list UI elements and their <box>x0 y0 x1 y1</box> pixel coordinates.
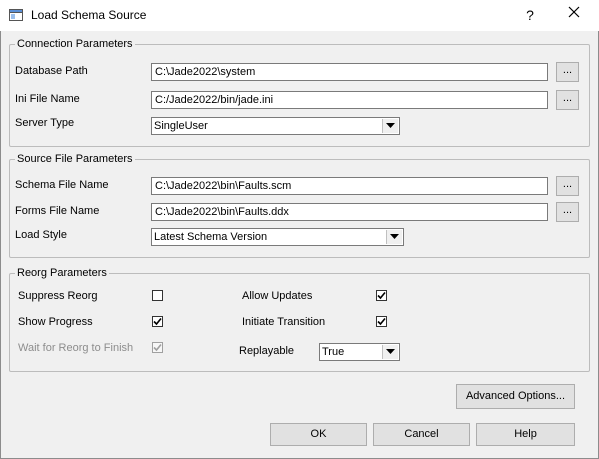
close-icon <box>568 6 580 18</box>
ini-file-browse-button[interactable]: ... <box>556 90 579 110</box>
suppress-reorg-checkbox[interactable] <box>152 290 163 301</box>
chevron-down-icon <box>386 123 395 128</box>
suppress-reorg-label: Suppress Reorg <box>18 290 98 302</box>
wait-for-reorg-label: Wait for Reorg to Finish <box>18 342 134 354</box>
cancel-button[interactable]: Cancel <box>373 423 470 446</box>
ini-file-label: Ini File Name <box>15 93 80 105</box>
close-button[interactable] <box>560 3 588 27</box>
chevron-down-icon <box>386 349 395 354</box>
server-type-label: Server Type <box>15 117 75 129</box>
ok-button[interactable]: OK <box>270 423 367 446</box>
advanced-options-button[interactable]: Advanced Options... <box>456 384 575 409</box>
allow-updates-label: Allow Updates <box>242 290 313 302</box>
load-style-value: Latest Schema Version <box>154 231 268 243</box>
help-title-button[interactable]: ? <box>518 3 542 27</box>
load-style-dropdown-arrow[interactable] <box>386 230 402 244</box>
chevron-down-icon <box>390 234 399 239</box>
connection-parameters-legend: Connection Parameters <box>17 38 133 50</box>
forms-file-label: Forms File Name <box>15 205 100 217</box>
checkmark-icon <box>377 291 386 300</box>
title-bar: Load Schema Source ? <box>0 0 599 31</box>
schema-file-browse-button[interactable]: ... <box>556 176 579 196</box>
reorg-parameters-legend: Reorg Parameters <box>17 267 107 279</box>
wait-for-reorg-checkbox[interactable] <box>152 342 163 353</box>
show-progress-checkbox[interactable] <box>152 316 163 327</box>
checkmark-icon <box>377 317 386 326</box>
replayable-select[interactable]: True <box>319 343 400 361</box>
load-style-select[interactable]: Latest Schema Version <box>151 228 404 246</box>
forms-file-field[interactable]: C:\Jade2022\bin\Faults.ddx <box>151 203 548 221</box>
schema-file-field[interactable]: C:\Jade2022\bin\Faults.scm <box>151 177 548 195</box>
replayable-value: True <box>322 346 345 358</box>
forms-file-browse-button[interactable]: ... <box>556 202 579 222</box>
window-title: Load Schema Source <box>31 8 147 22</box>
allow-updates-checkbox[interactable] <box>376 290 387 301</box>
initiate-transition-checkbox[interactable] <box>376 316 387 327</box>
database-path-label: Database Path <box>15 65 88 77</box>
database-path-browse-button[interactable]: ... <box>556 62 579 82</box>
database-path-field[interactable]: C:\Jade2022\system <box>151 63 548 81</box>
replayable-dropdown-arrow[interactable] <box>382 345 398 359</box>
schema-file-label: Schema File Name <box>15 179 109 191</box>
show-progress-label: Show Progress <box>18 316 93 328</box>
checkmark-icon <box>153 317 162 326</box>
checkmark-icon <box>153 343 162 352</box>
load-style-label: Load Style <box>15 229 67 241</box>
source-file-parameters-legend: Source File Parameters <box>17 153 133 165</box>
server-type-value: SingleUser <box>154 120 208 132</box>
server-type-dropdown-arrow[interactable] <box>382 119 398 133</box>
ini-file-field[interactable]: C:/Jade2022/bin/jade.ini <box>151 91 548 109</box>
app-icon <box>9 8 23 22</box>
help-button[interactable]: Help <box>476 423 575 446</box>
server-type-select[interactable]: SingleUser <box>151 117 400 135</box>
initiate-transition-label: Initiate Transition <box>242 316 326 328</box>
replayable-label: Replayable <box>239 345 295 357</box>
